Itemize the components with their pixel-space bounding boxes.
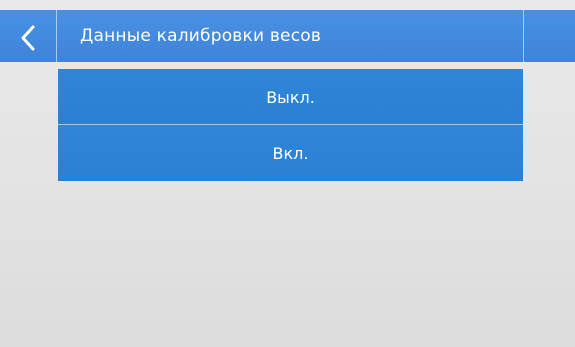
page-title: Данные калибровки весов: [80, 26, 322, 46]
header-divider-right: [523, 10, 524, 62]
option-off-label: Выкл.: [266, 87, 315, 107]
option-on-button[interactable]: Вкл.: [58, 125, 523, 181]
option-on-label: Вкл.: [272, 143, 309, 163]
back-button[interactable]: [8, 12, 48, 64]
option-off-button[interactable]: Выкл.: [58, 69, 523, 125]
header-divider-left: [56, 10, 57, 62]
chevron-left-icon: [21, 25, 35, 51]
